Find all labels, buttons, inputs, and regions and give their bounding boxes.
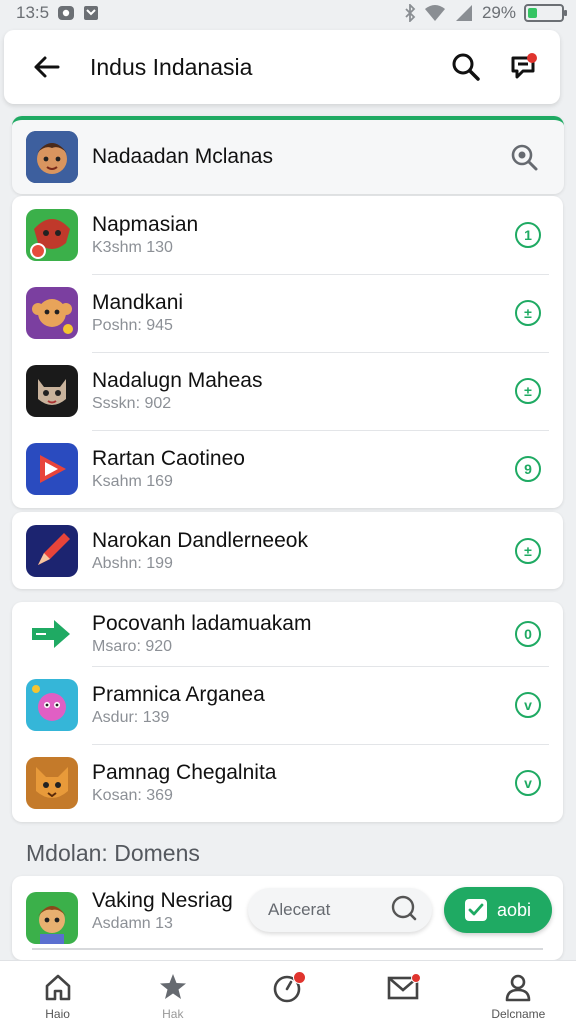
nav-label: Delcname [491,1007,546,1021]
search-bubble-icon [390,894,418,927]
notification-badge [292,971,306,984]
app-list-group-2: Narokan Dandlerneeok Abshn: 199 ± [12,512,563,589]
app-list-group-1: Napmasian K3shm 130 1 Mandkani Poshn: 94… [12,196,563,508]
nav-item-star[interactable]: Hak [123,971,223,1021]
app-subtitle: K3shm 130 [92,239,173,256]
monkey-app-icon [26,287,78,339]
bluetooth-icon [404,4,416,22]
mail-icon [387,971,422,1003]
app-subtitle: Abshn: 199 [92,554,173,572]
nav-item-home[interactable]: Haio [8,971,108,1021]
battery-fill [528,8,538,18]
battery-icon [524,4,567,22]
profile-icon [503,971,533,1003]
app-title: Nadalugn Maheas [92,369,263,392]
nav-label: Hak [162,1007,184,1021]
list-item[interactable]: Pramnica Arganea Asdur: 139 v [12,666,563,744]
page-title: Indus Indanasia [90,53,253,80]
app-subtitle: Poshn: 945 [92,317,173,334]
search-input-placeholder: Alecerat [268,900,331,919]
search-zoom-icon[interactable] [502,135,546,179]
app-title: Pramnica Arganea [92,683,265,706]
list-item[interactable]: Pamnag Chegalnita Kosan: 369 v [12,744,563,822]
arrow-app-icon [26,608,78,660]
app-title: Rartan Caotineo [92,447,245,470]
list-item[interactable]: Narokan Dandlerneeok Abshn: 199 ± [12,512,563,589]
app-title: Pamnag Chegalnita [92,761,277,784]
avatar-app-icon [26,131,78,183]
list-item[interactable]: Napmasian K3shm 130 1 [12,196,563,274]
nav-item-mail[interactable] [353,971,453,1007]
status-icon[interactable]: ± [515,300,541,326]
back-arrow-icon[interactable] [24,45,68,89]
app-title: Narokan Dandlerneeok [92,528,308,552]
list-item[interactable]: Mandkani Poshn: 945 ± [12,274,563,352]
status-icon[interactable]: 9 [515,456,541,482]
bottom-app-row[interactable]: Vaking Nesriag Asdamn 13 Alecerat aobi [12,876,563,960]
list-item[interactable]: Nadalugn Maheas Ssskn: 902 ± [12,352,563,430]
hero-app-icon [26,892,78,944]
app-subtitle: Asdur: 139 [92,709,170,726]
cat-app-icon [26,365,78,417]
star-icon [158,971,188,1003]
wifi-icon [424,4,446,22]
app-title: Pocovanh ladamuakam [92,612,312,635]
app-bar: Indus Indanasia [4,30,560,104]
search-row[interactable]: Nadaadan Mclanas [12,116,564,194]
timer-icon [272,971,306,1003]
list-item[interactable]: Pocovanh ladamuakam Msaro: 920 0 [12,602,563,666]
bottom-nav: Haio Hak Delcname [0,960,576,1024]
status-icon[interactable]: ± [515,378,541,404]
search-input[interactable]: Alecerat [248,888,432,932]
home-icon [43,971,73,1003]
app-subtitle: Ksahm 169 [92,473,173,490]
app-subtitle: Msaro: 920 [92,638,173,655]
screen: 13:5 29% Indus Indanasia Nadaadan Mclana… [0,0,576,1024]
fairy-app-icon [26,679,78,731]
confirm-button[interactable]: aobi [444,887,552,933]
warrior-app-icon [26,209,78,261]
battery-percent: 29% [481,3,516,22]
notification-icon [83,5,99,21]
app-title: Napmasian [92,213,199,236]
search-icon[interactable] [444,45,488,89]
status-bar: 13:5 29% [0,0,576,26]
pen-app-icon [26,524,78,577]
app-list-group-3: Pocovanh ladamuakam Msaro: 920 0 Pramnic… [12,602,563,822]
nav-item-timer[interactable] [238,971,338,1007]
nav-label: Haio [45,1007,70,1021]
list-item[interactable]: Rartan Caotineo Ksahm 169 9 [12,430,563,508]
app-subtitle: Ssskn: 902 [92,395,172,412]
fox-app-icon [26,757,78,809]
status-icon[interactable]: ± [515,537,541,564]
play-app-icon [26,443,78,495]
status-icon[interactable]: v [515,692,541,718]
chat-notification-icon[interactable] [502,45,546,89]
search-row-label: Nadaadan Mclanas [92,145,273,168]
section-title: Mdolan: Domens [26,840,200,866]
nav-item-profile[interactable]: Delcname [468,971,568,1021]
app-subtitle: Kosan: 369 [92,787,173,804]
confirm-button-label: aobi [496,899,532,920]
status-icon[interactable]: 0 [515,621,541,647]
app-title: Mandkani [92,291,184,314]
signal-icon [454,4,474,22]
gallery-icon [57,5,75,21]
notification-badge [411,973,422,983]
status-icon[interactable]: 1 [515,222,541,248]
check-icon [464,899,487,921]
status-icon[interactable]: v [515,770,541,796]
status-time: 13:5 [16,3,50,22]
